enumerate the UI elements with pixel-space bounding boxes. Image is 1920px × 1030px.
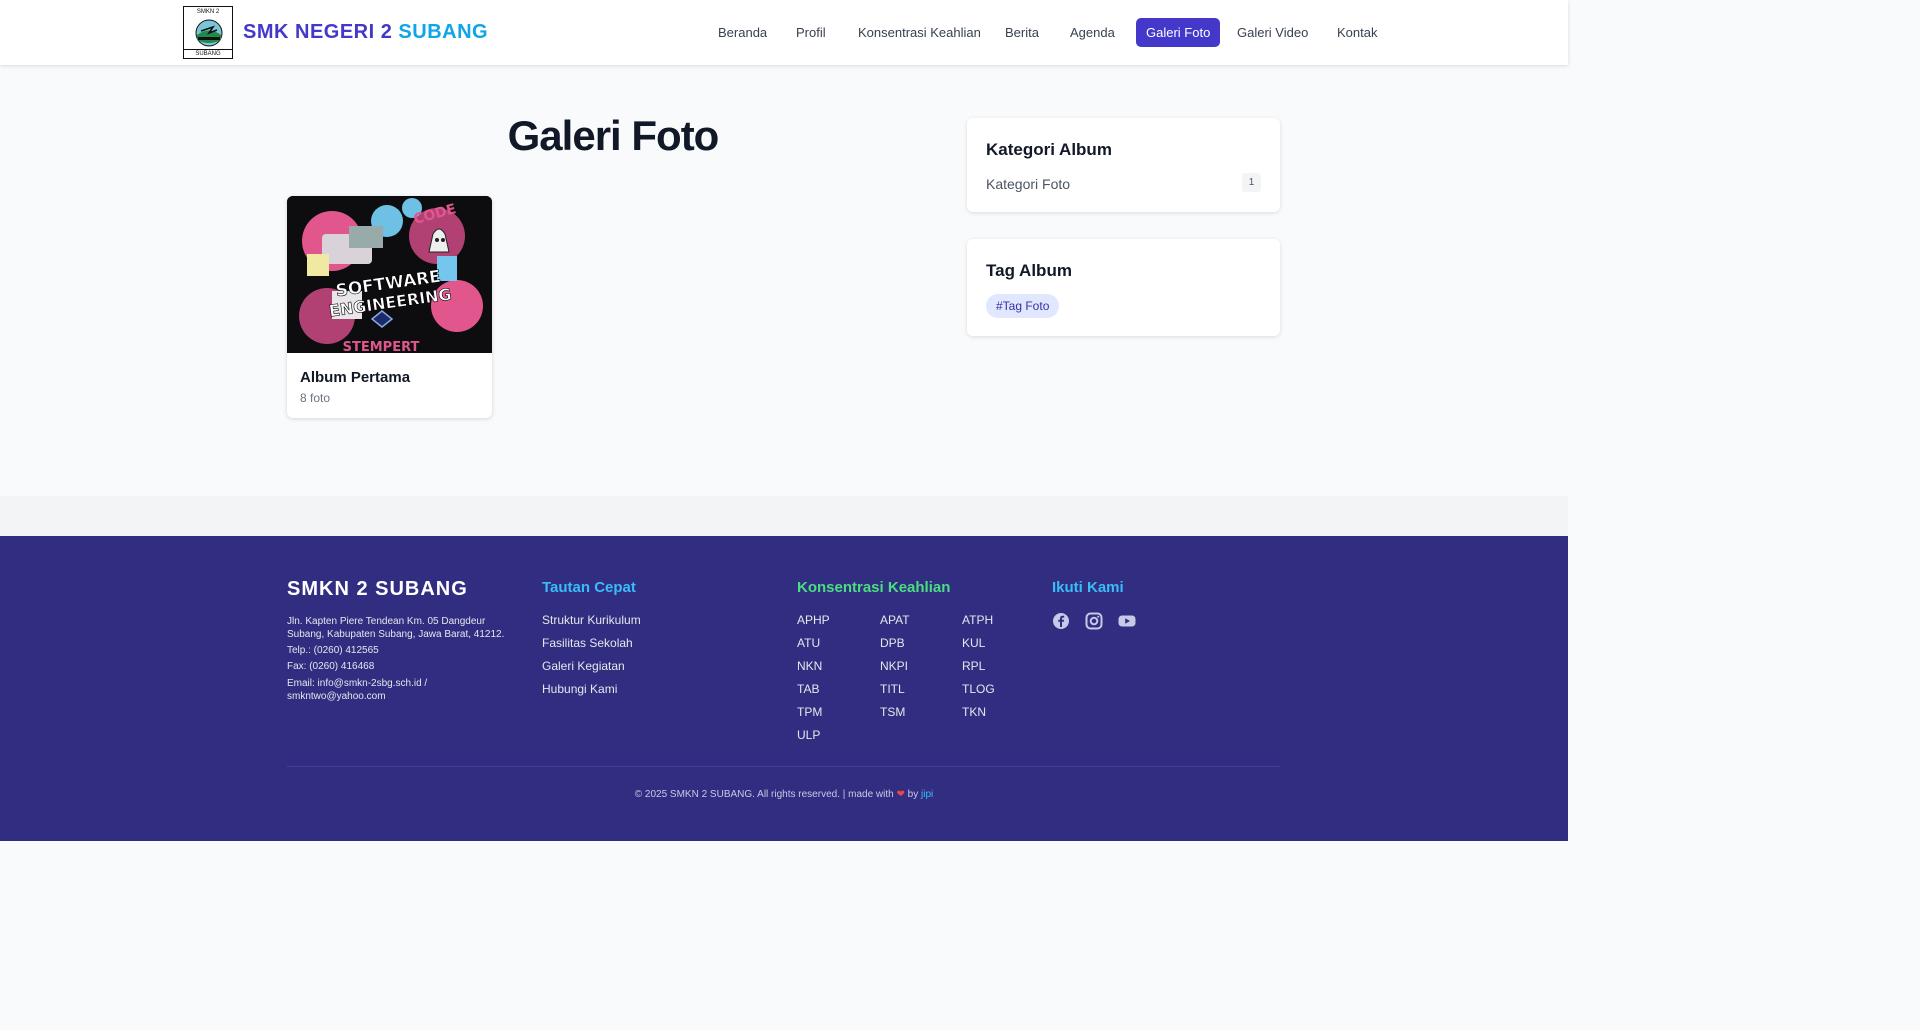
expertise-link-aphp[interactable]: APHP [797, 613, 830, 627]
expertise-link-tsm[interactable]: TSM [880, 705, 905, 719]
page-title: Galeri Foto [507, 112, 720, 159]
tag-card: Tag Album #Tag Foto [967, 239, 1280, 336]
album-card[interactable]: SOFTWARE ENGINEERING STEMPERT CODE Album… [287, 196, 492, 418]
facebook-icon[interactable] [1052, 612, 1070, 630]
expertise-link-titl[interactable]: TITL [880, 682, 905, 696]
album-thumbnail[interactable]: SOFTWARE ENGINEERING STEMPERT CODE [287, 196, 492, 353]
logo-top-text: SMKN 2 [196, 9, 220, 15]
expertise-link-nkpi[interactable]: NKPI [880, 659, 908, 673]
album-photo-count: 8 foto [300, 391, 331, 405]
youtube-icon[interactable] [1118, 612, 1136, 630]
category-card-title: Kategori Album [986, 140, 1112, 159]
expertise-link-dpb[interactable]: DPB [880, 636, 905, 650]
expertise-link-tkn[interactable]: TKN [962, 705, 986, 719]
expertise-link-tlog[interactable]: TLOG [962, 682, 995, 696]
site-header: SMKN 2 SUBANG SMK NEGERI 2 SUBANG Berand… [0, 0, 1568, 65]
footer-fax: Fax: (0260) 416468 [287, 661, 375, 672]
tag-pill[interactable]: #Tag Foto [986, 294, 1060, 318]
footer-link-struktur-kurikulum[interactable]: Struktur Kurikulum [542, 613, 641, 627]
instagram-icon[interactable] [1085, 612, 1103, 630]
footer-expertise-title: Konsentrasi Keahlian [797, 579, 951, 596]
footer-phone: Telp.: (0260) 412565 [287, 645, 379, 656]
heart-icon: ❤ [896, 789, 905, 800]
expertise-link-tab[interactable]: TAB [797, 682, 819, 696]
nav-beranda[interactable]: Beranda [718, 18, 767, 47]
category-item-link[interactable]: Kategori Foto [986, 176, 1070, 192]
footer-email: Email: info@smkn-2sbg.sch.id / smkntwo@y… [287, 678, 428, 702]
footer-spacer-band [0, 496, 1568, 536]
footer-link-galeri-kegiatan[interactable]: Galeri Kegiatan [542, 659, 625, 673]
footer-address: Jln. Kapten Piere Tendean Km. 05 Dangdeu… [287, 616, 505, 640]
brand-title[interactable]: SMK NEGERI 2 SUBANG [243, 21, 488, 44]
footer-copyright: © 2025 SMKN 2 SUBANG. All rights reserve… [0, 789, 1568, 800]
footer-follow-title: Ikuti Kami [1052, 579, 1124, 596]
footer-school-name: SMKN 2 SUBANG [287, 578, 468, 600]
copyright-by: by [907, 789, 919, 800]
category-count-badge: 1 [1242, 173, 1261, 192]
nav-kontak[interactable]: Kontak [1337, 18, 1377, 47]
footer-link-hubungi-kami[interactable]: Hubungi Kami [542, 682, 617, 696]
school-logo[interactable]: SMKN 2 SUBANG [183, 6, 233, 59]
nav-agenda[interactable]: Agenda [1070, 18, 1115, 47]
tag-card-title: Tag Album [986, 261, 1072, 280]
logo-emblem-icon [195, 19, 223, 47]
logo-bottom-text: SUBANG [184, 49, 232, 57]
expertise-link-atph[interactable]: ATPH [962, 613, 993, 627]
nav-galeri-foto[interactable]: Galeri Foto [1136, 18, 1221, 47]
expertise-link-tpm[interactable]: TPM [797, 705, 822, 719]
copyright-text: © 2025 SMKN 2 SUBANG. All rights reserve… [634, 789, 894, 800]
site-footer: SMKN 2 SUBANG Jln. Kapten Piere Tendean … [0, 536, 1568, 841]
expertise-link-atu[interactable]: ATU [797, 636, 820, 650]
expertise-link-kul[interactable]: KUL [962, 636, 985, 650]
nav-berita[interactable]: Berita [1005, 18, 1039, 47]
author-link[interactable]: jipi [921, 789, 933, 800]
nav-profil[interactable]: Profil [796, 18, 826, 47]
footer-link-fasilitas-sekolah[interactable]: Fasilitas Sekolah [542, 636, 633, 650]
svg-text:STEMPERT: STEMPERT [343, 340, 420, 353]
expertise-link-rpl[interactable]: RPL [962, 659, 985, 673]
footer-quick-links-title: Tautan Cepat [542, 579, 636, 596]
brand-title-part1: SMK NEGERI 2 [243, 21, 393, 43]
footer-divider [287, 766, 1280, 767]
expertise-link-nkn[interactable]: NKN [797, 659, 822, 673]
category-card: Kategori Album Kategori Foto 1 [967, 118, 1280, 212]
nav-konsentrasi-keahlian[interactable]: Konsentrasi Keahlian [858, 18, 981, 47]
expertise-link-apat[interactable]: APAT [880, 613, 910, 627]
nav-galeri-video[interactable]: Galeri Video [1237, 18, 1308, 47]
album-cover-image: SOFTWARE ENGINEERING STEMPERT CODE [287, 196, 492, 353]
expertise-link-ulp[interactable]: ULP [797, 728, 820, 742]
brand-title-part2: SUBANG [398, 21, 489, 43]
album-title[interactable]: Album Pertama [300, 369, 410, 386]
